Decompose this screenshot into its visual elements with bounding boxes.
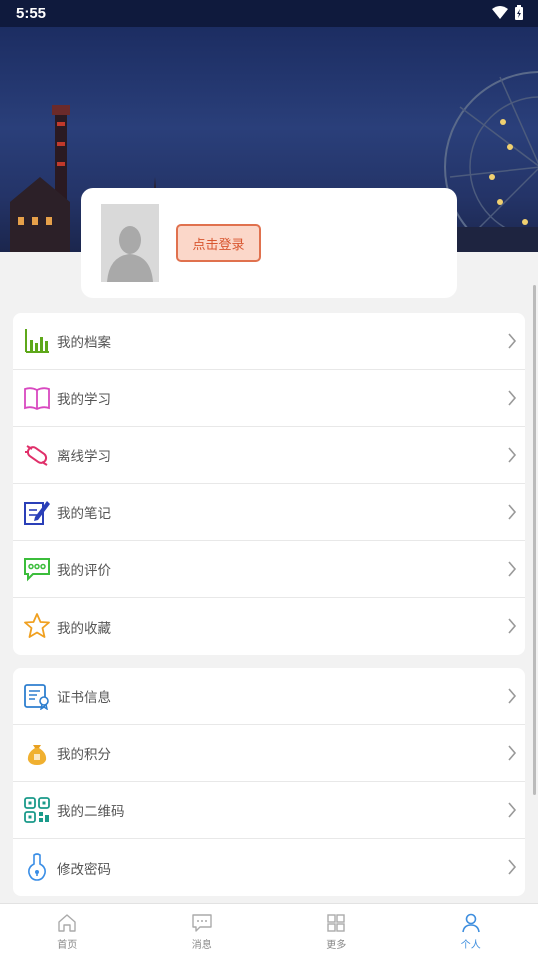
menu-item-label: 离线学习: [57, 449, 111, 464]
menu-item-archive[interactable]: 我的档案: [13, 313, 525, 370]
chevron-right-icon: [508, 504, 517, 520]
nav-label: 个人: [460, 940, 481, 951]
menu-item-evaluation[interactable]: 我的评价: [13, 541, 525, 598]
chart-bars-icon: [25, 329, 49, 353]
lock-icon: [28, 853, 46, 881]
avatar[interactable]: [101, 204, 159, 282]
menu-item-certificate[interactable]: 证书信息: [13, 668, 525, 725]
menu-item-points[interactable]: 我的积分: [13, 725, 525, 782]
chevron-right-icon: [508, 745, 517, 761]
chevron-right-icon: [508, 802, 517, 818]
menu-item-label: 证书信息: [57, 690, 111, 705]
profile-card: 点击登录: [81, 188, 457, 298]
menu-item-change-password[interactable]: 修改密码: [13, 839, 525, 896]
menu-item-favorites[interactable]: 我的收藏: [13, 598, 525, 655]
qr-code-icon: [24, 797, 50, 823]
menu-item-study[interactable]: 我的学习: [13, 370, 525, 427]
nav-label: 首页: [57, 940, 78, 951]
chevron-right-icon: [508, 390, 517, 406]
scrollbar[interactable]: [533, 285, 536, 795]
note-edit-icon: [24, 501, 50, 525]
battery-icon: [515, 5, 523, 20]
menu-item-offline-study[interactable]: 离线学习: [13, 427, 525, 484]
grid-icon: [327, 914, 345, 932]
menu-item-label: 我的学习: [57, 392, 111, 407]
book-icon: [24, 387, 50, 411]
status-time: 5:55: [16, 5, 47, 22]
money-bag-icon: [27, 745, 47, 765]
message-icon: [192, 914, 212, 932]
chevron-right-icon: [508, 561, 517, 577]
login-button-label: 点击登录: [192, 236, 245, 252]
offline-icon: [25, 445, 48, 466]
menu-item-label: 我的笔记: [57, 506, 111, 521]
nav-label: 消息: [191, 940, 212, 951]
menu-item-label: 我的积分: [57, 747, 111, 762]
nav-item-profile[interactable]: 个人: [404, 904, 538, 956]
chevron-right-icon: [508, 447, 517, 463]
bottom-nav: 首页 消息 更多 个人: [0, 903, 538, 956]
wifi-icon: [492, 6, 508, 19]
star-icon: [24, 613, 50, 638]
menu-group-personal: 我的档案 我的学习 离线学习 我的笔记 我的评价 我的收藏: [13, 313, 525, 655]
menu-item-label: 我的档案: [57, 335, 111, 350]
nav-item-home[interactable]: 首页: [0, 904, 135, 956]
status-icons: [492, 5, 524, 21]
menu-item-qrcode[interactable]: 我的二维码: [13, 782, 525, 839]
login-button[interactable]: 点击登录: [176, 224, 261, 262]
menu-group-account: 证书信息 我的积分 我的二维码 修改密码: [13, 668, 525, 896]
menu-item-label: 我的收藏: [57, 620, 111, 636]
nav-item-messages[interactable]: 消息: [135, 904, 270, 956]
comment-icon: [24, 558, 50, 582]
chevron-right-icon: [508, 618, 517, 634]
home-icon: [58, 914, 76, 932]
certificate-icon: [24, 684, 49, 710]
menu-item-notes[interactable]: 我的笔记: [13, 484, 525, 541]
menu-item-label: 修改密码: [57, 861, 111, 877]
chevron-right-icon: [508, 859, 517, 875]
menu-item-label: 我的二维码: [57, 804, 125, 819]
person-icon: [461, 913, 480, 933]
default-avatar-icon: [107, 226, 153, 282]
chevron-right-icon: [508, 688, 517, 704]
status-bar: 5:55: [0, 0, 538, 27]
nav-label: 更多: [326, 940, 347, 951]
nav-item-more[interactable]: 更多: [269, 904, 404, 956]
menu-item-label: 我的评价: [57, 563, 111, 578]
chevron-right-icon: [508, 333, 517, 349]
